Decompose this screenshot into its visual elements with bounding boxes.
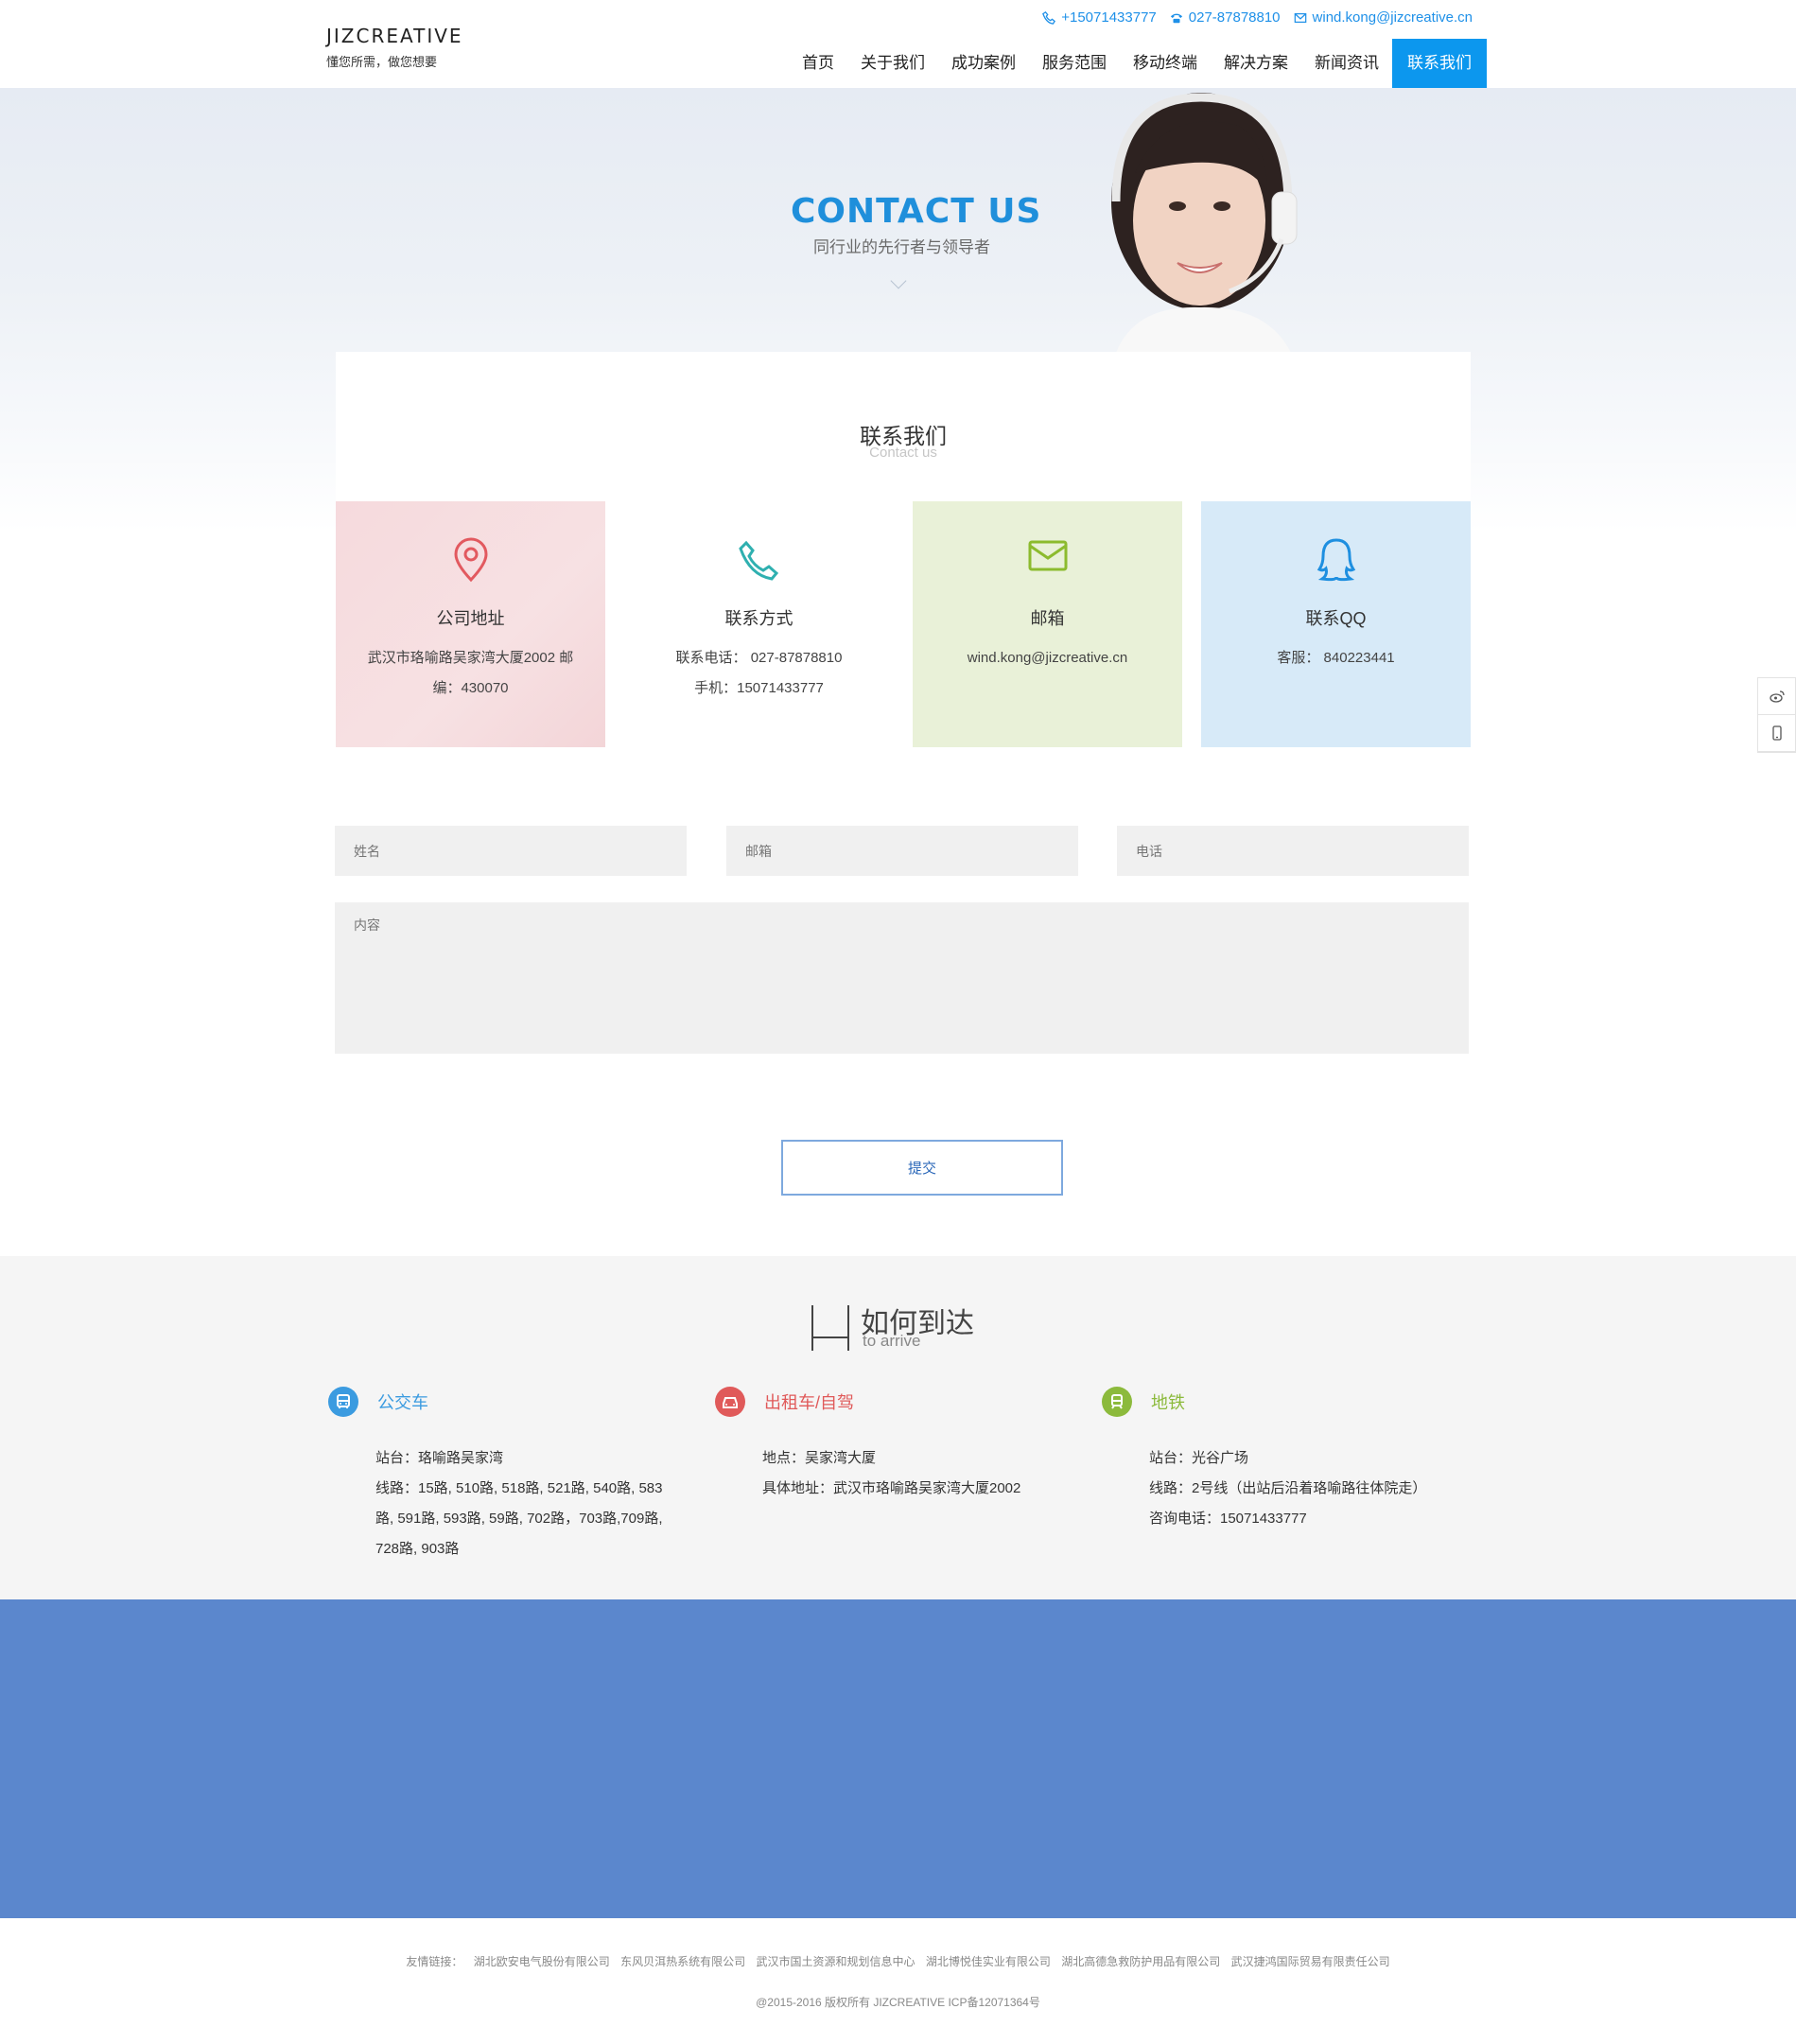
email-input[interactable] bbox=[726, 826, 1078, 876]
phone-input[interactable] bbox=[1117, 826, 1469, 876]
friend-link[interactable]: 武汉市国土资源和规划信息中心 bbox=[756, 1955, 915, 1968]
nav-services[interactable]: 服务范围 bbox=[1029, 39, 1120, 88]
arrive-section: 如何到达 to arrive 公交车 站台：珞喻路吴家湾 线路：15路, 510… bbox=[0, 1256, 1796, 1599]
weibo-button[interactable] bbox=[1758, 678, 1795, 715]
taxi-column: 出租车/自驾 地点：吴家湾大厦 具体地址：武汉市珞喻路吴家湾大厦2002 bbox=[715, 1387, 1093, 1504]
phone-box-title: 联系方式 bbox=[724, 609, 793, 628]
email-box: 邮箱 wind.kong@jizcreative.cn bbox=[913, 501, 1182, 747]
address-box: 公司地址 武汉市珞喻路吴家湾大厦2002 邮编：430070 bbox=[336, 501, 605, 747]
friend-link[interactable]: 湖北博悦佳实业有限公司 bbox=[926, 1955, 1051, 1968]
logo[interactable]: JIZCREATIVE 懂您所需，做您想要 bbox=[326, 25, 463, 70]
section-subtitle: Contact us bbox=[869, 445, 937, 461]
location-pin-icon bbox=[453, 537, 488, 583]
qq-icon bbox=[1316, 538, 1355, 582]
mail-icon bbox=[1028, 540, 1067, 571]
submit-button[interactable]: 提交 bbox=[781, 1140, 1063, 1196]
subway-line: 线路：2号线（出站后沿着珞喻路往体院走） bbox=[1149, 1480, 1427, 1496]
subway-icon bbox=[1102, 1387, 1132, 1417]
contact-card: 联系我们 Contact us 公司地址 武汉市珞喻路吴家湾大厦2002 邮编：… bbox=[336, 352, 1471, 747]
mail-icon bbox=[1294, 12, 1306, 23]
address-box-title: 公司地址 bbox=[436, 609, 505, 628]
phone-box: 联系方式 联系电话： 027-87878810 手机：15071433777 bbox=[624, 501, 894, 747]
h-letter-icon bbox=[811, 1305, 849, 1351]
friend-link[interactable]: 东风贝洱热系统有限公司 bbox=[620, 1955, 745, 1968]
top-email-text: wind.kong@jizcreative.cn bbox=[1312, 9, 1473, 26]
phone-icon bbox=[1042, 10, 1056, 25]
top-mobile: +15071433777 bbox=[1042, 9, 1157, 26]
phone-icon bbox=[738, 540, 778, 581]
qq-box-text: 客服： 840223441 bbox=[1277, 650, 1395, 666]
subway-station: 站台：光谷广场 bbox=[1149, 1450, 1249, 1466]
arrive-subtitle: to arrive bbox=[863, 1332, 921, 1350]
chevron-down-icon bbox=[890, 272, 907, 289]
name-input[interactable] bbox=[335, 826, 687, 876]
nav-home[interactable]: 首页 bbox=[789, 39, 847, 88]
friend-link[interactable]: 湖北欧安电气股份有限公司 bbox=[474, 1955, 610, 1968]
address-box-text: 武汉市珞喻路吴家湾大厦2002 邮编：430070 bbox=[367, 650, 574, 696]
bus-routes: 线路：15路, 510路, 518路, 521路, 540路, 583路, 59… bbox=[375, 1480, 663, 1557]
friend-links: 友情链接： 湖北欧安电气股份有限公司 东风贝洱热系统有限公司 武汉市国土资源和规… bbox=[0, 1953, 1796, 1969]
top-email[interactable]: wind.kong@jizcreative.cn bbox=[1294, 9, 1473, 26]
top-mobile-text: +15071433777 bbox=[1061, 9, 1157, 26]
top-tel-text: 027-87878810 bbox=[1188, 9, 1281, 26]
copyright: @2015-2016 版权所有 JIZCREATIVE ICP备12071364… bbox=[756, 1996, 1040, 2009]
qq-box: 联系QQ 客服： 840223441 bbox=[1201, 501, 1471, 747]
subway-column: 地铁 站台：光谷广场 线路：2号线（出站后沿着珞喻路往体院走） 咨询电话：150… bbox=[1102, 1387, 1480, 1534]
bus-column: 公交车 站台：珞喻路吴家湾 线路：15路, 510路, 518路, 521路, … bbox=[328, 1387, 706, 1564]
main-nav: 首页 关于我们 成功案例 服务范围 移动终端 解决方案 新闻资讯 联系我们 bbox=[789, 39, 1487, 88]
phone-box-text: 联系电话： 027-87878810 手机：15071433777 bbox=[643, 643, 875, 704]
mobile-phone-icon bbox=[1771, 725, 1782, 741]
nav-mobile[interactable]: 移动终端 bbox=[1120, 39, 1211, 88]
nav-cases[interactable]: 成功案例 bbox=[938, 39, 1029, 88]
side-toolbar bbox=[1757, 677, 1796, 753]
contact-boxes: 公司地址 武汉市珞喻路吴家湾大厦2002 邮编：430070 联系方式 联系电话… bbox=[336, 501, 1471, 747]
nav-about[interactable]: 关于我们 bbox=[847, 39, 938, 88]
friend-link[interactable]: 湖北高德急救防护用品有限公司 bbox=[1061, 1955, 1220, 1968]
nav-contact[interactable]: 联系我们 bbox=[1392, 39, 1487, 88]
site-header: JIZCREATIVE 懂您所需，做您想要 +15071433777 027-8… bbox=[0, 0, 1796, 88]
qq-box-title: 联系QQ bbox=[1305, 609, 1367, 628]
telephone-icon bbox=[1170, 13, 1182, 23]
nav-solutions[interactable]: 解决方案 bbox=[1211, 39, 1301, 88]
top-tel: 027-87878810 bbox=[1170, 9, 1281, 26]
mobile-button[interactable] bbox=[1758, 715, 1795, 752]
taxi-title: 出租车/自驾 bbox=[764, 1393, 855, 1412]
weibo-icon bbox=[1769, 690, 1785, 703]
customer-service-photo bbox=[1111, 93, 1298, 353]
logo-name: JIZCREATIVE bbox=[326, 25, 463, 47]
subway-title: 地铁 bbox=[1151, 1393, 1185, 1412]
phone-box-tel: 联系电话： 027-87878810 bbox=[675, 650, 843, 666]
bus-title: 公交车 bbox=[377, 1393, 428, 1412]
friend-link[interactable]: 武汉捷鸿国际贸易有限责任公司 bbox=[1231, 1955, 1390, 1968]
friend-links-label: 友情链接： bbox=[406, 1955, 463, 1968]
email-box-text[interactable]: wind.kong@jizcreative.cn bbox=[932, 643, 1163, 673]
logo-slogan: 懂您所需，做您想要 bbox=[326, 55, 438, 69]
subway-phone: 咨询电话：15071433777 bbox=[1149, 1511, 1307, 1527]
taxi-location: 地点：吴家湾大厦 bbox=[762, 1450, 877, 1466]
bus-icon bbox=[328, 1387, 358, 1417]
message-textarea[interactable] bbox=[335, 902, 1469, 1054]
bus-station: 站台：珞喻路吴家湾 bbox=[375, 1450, 504, 1466]
email-box-title: 邮箱 bbox=[1030, 609, 1065, 628]
hero-subtitle: 同行业的先行者与领导者 bbox=[813, 238, 990, 256]
phone-box-mobile: 手机：15071433777 bbox=[694, 680, 824, 696]
map-area[interactable] bbox=[0, 1599, 1796, 1918]
nav-news[interactable]: 新闻资讯 bbox=[1301, 39, 1392, 88]
taxi-address: 具体地址：武汉市珞喻路吴家湾大厦2002 bbox=[762, 1480, 1021, 1496]
hero-title: CONTACT US bbox=[791, 192, 1042, 231]
top-contact-bar: +15071433777 027-87878810 wind.kong@jizc… bbox=[1042, 9, 1473, 26]
car-icon bbox=[715, 1387, 745, 1417]
